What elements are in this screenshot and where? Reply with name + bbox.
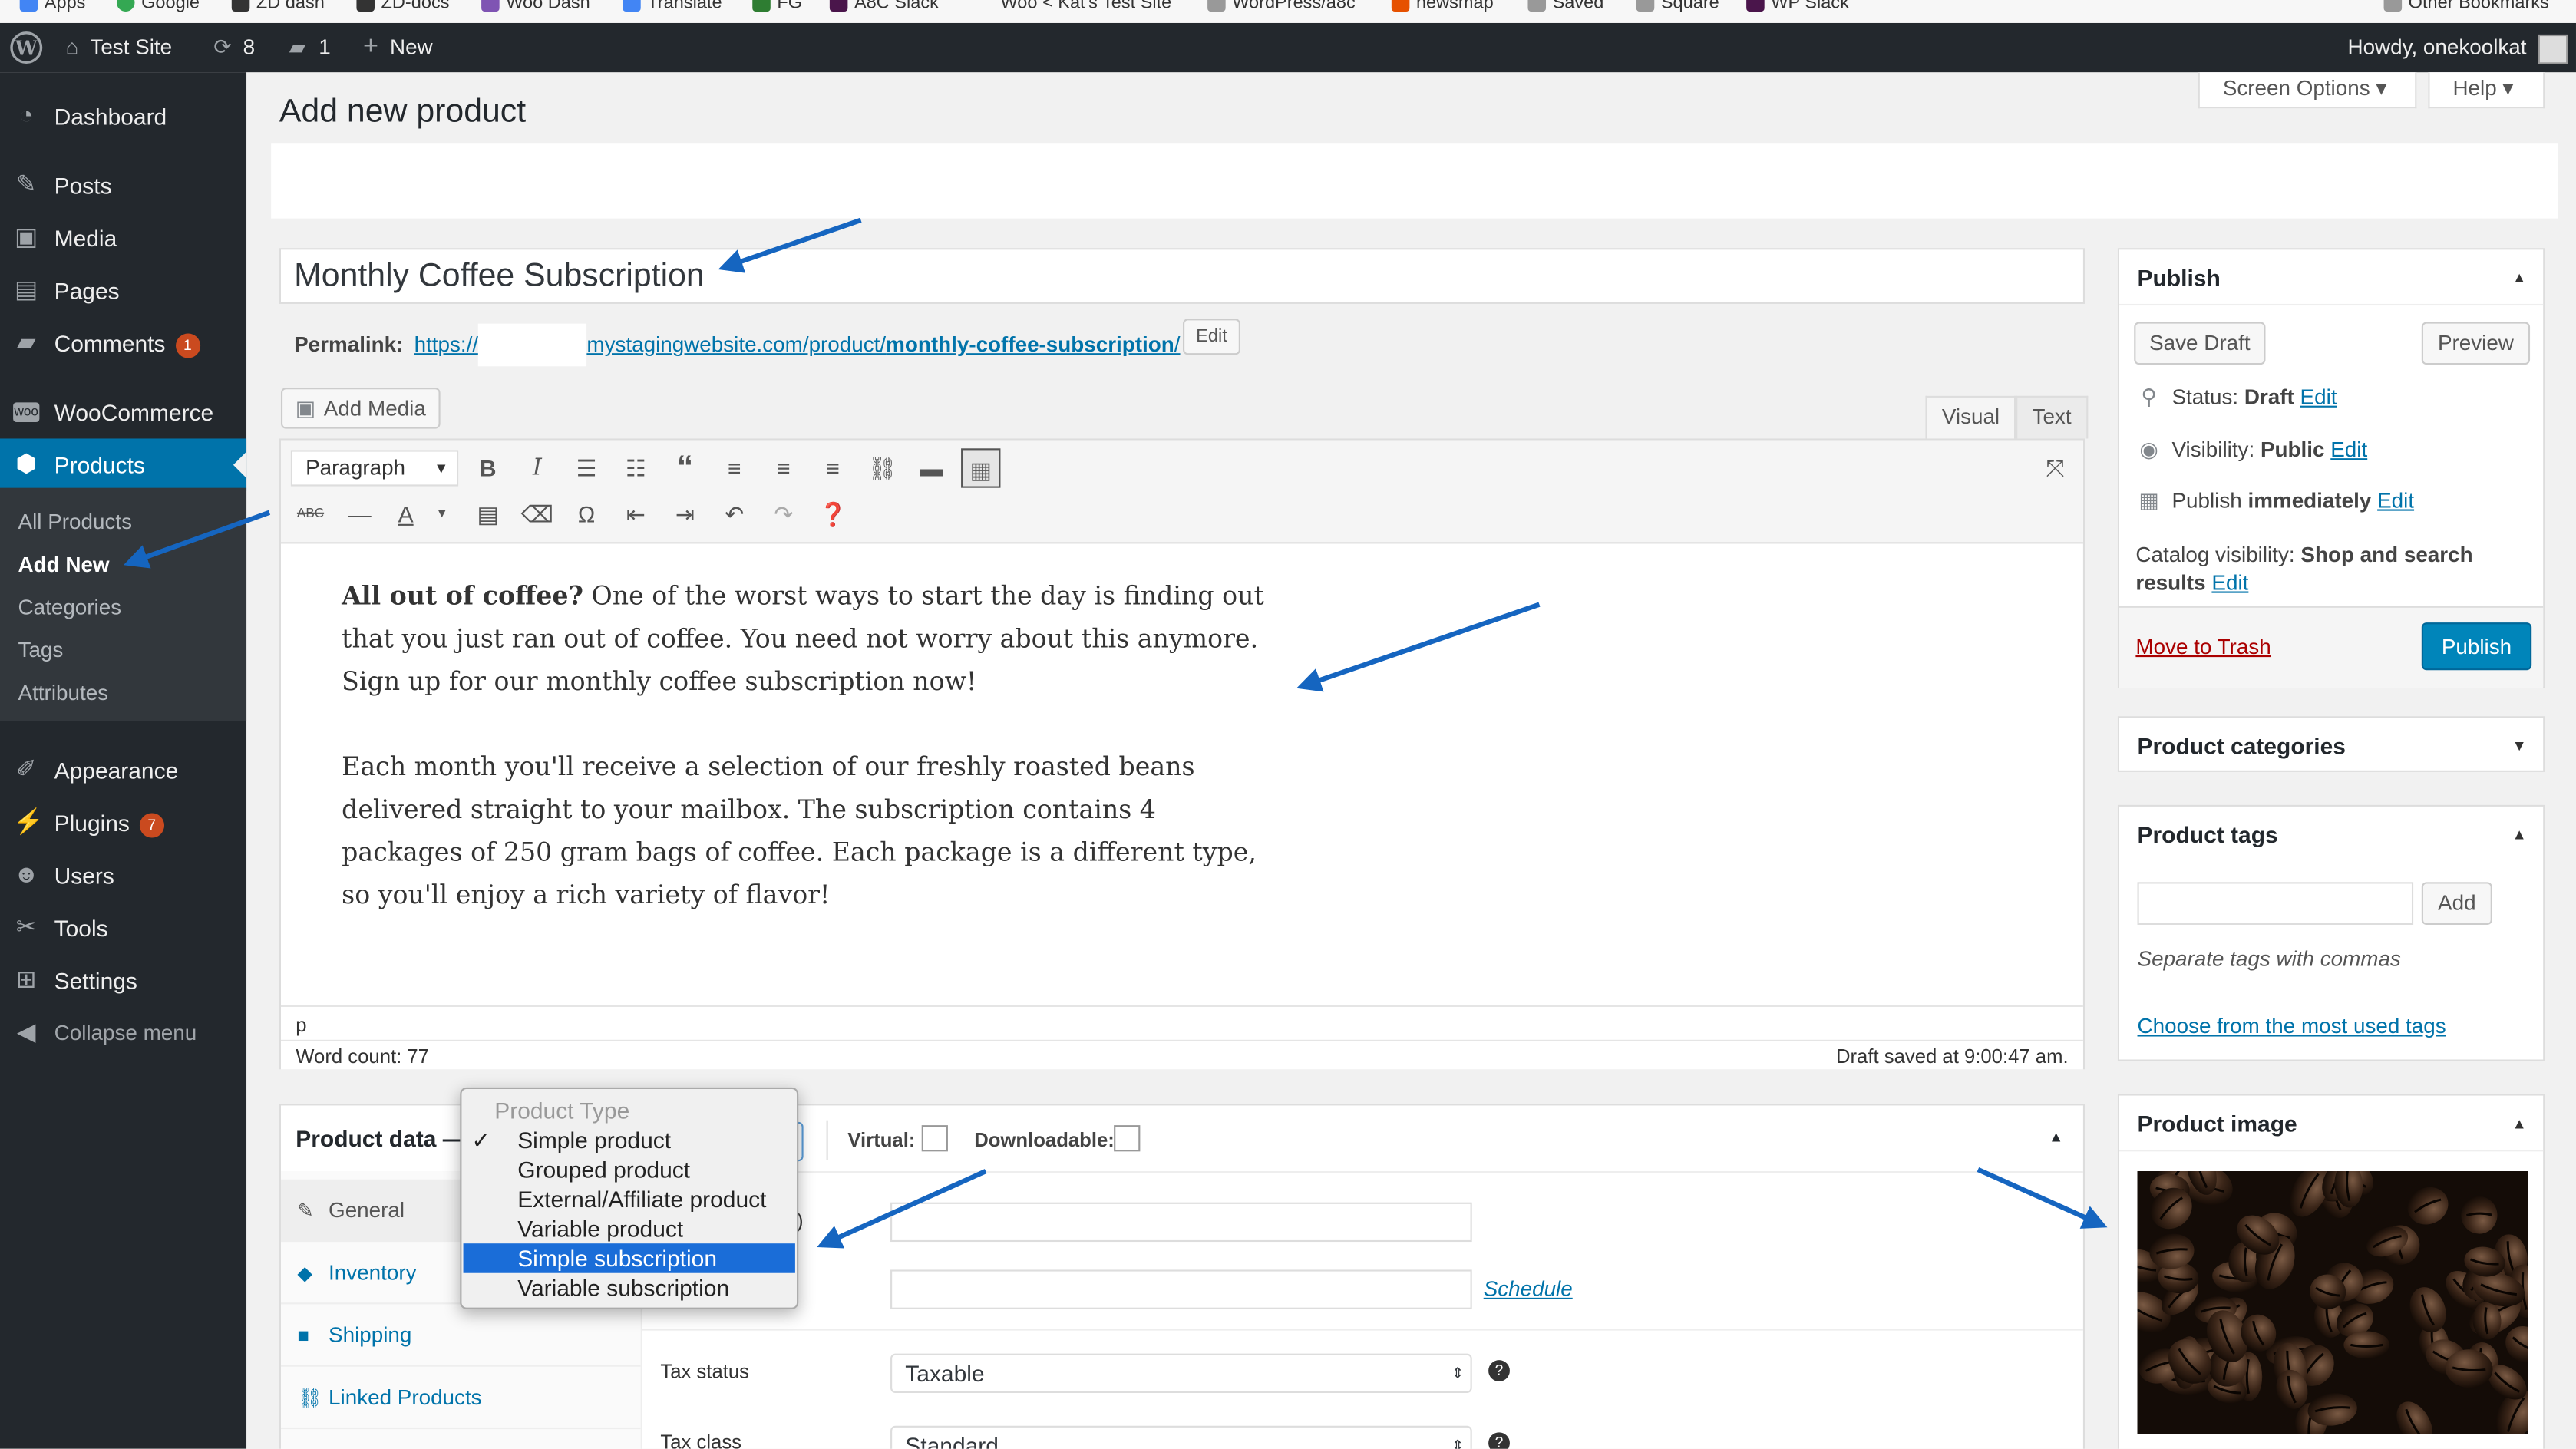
- annotation-arrow-product-type: [817, 1169, 987, 1249]
- annotation-arrow-description: [1296, 602, 1541, 692]
- annotation-arrow-title: [718, 217, 862, 273]
- annotation-arrow-add-new: [123, 510, 271, 569]
- annotation-arrows: [123, 217, 2108, 1249]
- annotation-arrow-product-image: [1977, 1167, 2108, 1229]
